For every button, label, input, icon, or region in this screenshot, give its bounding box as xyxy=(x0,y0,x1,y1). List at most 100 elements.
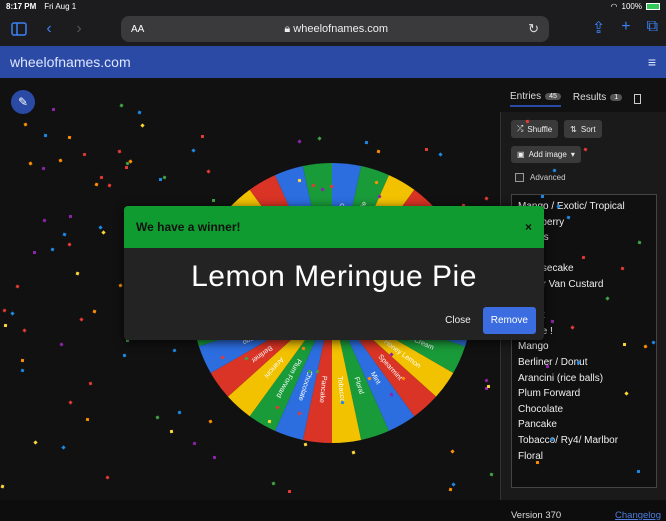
version-text: Version 370 xyxy=(511,510,562,521)
entry-line: Plum Forward xyxy=(518,388,581,400)
sort-label: Sort xyxy=(580,124,596,134)
confetti-piece xyxy=(3,324,7,328)
panel-tabs: Entries 45 Results 1 xyxy=(500,88,666,110)
add-image-button[interactable]: ▣ Add image ▾ xyxy=(511,146,581,163)
confetti-piece xyxy=(50,247,55,252)
confetti-piece xyxy=(424,147,428,151)
confetti-piece xyxy=(122,353,127,357)
confetti-piece xyxy=(88,381,93,386)
entry-line: Arancini (rice balls) xyxy=(518,372,604,384)
lock-icon: 🔒︎ xyxy=(284,22,291,35)
confetti-piece xyxy=(20,358,24,362)
tab-results[interactable]: Results 1 xyxy=(572,92,623,106)
shuffle-icon: ⤮ xyxy=(517,124,524,133)
confetti-piece xyxy=(364,141,368,145)
reload-icon[interactable]: ↻ xyxy=(528,21,539,37)
status-time: 8:17 PM xyxy=(6,1,37,11)
tab-entries[interactable]: Entries 45 xyxy=(510,91,561,107)
battery-icon xyxy=(646,2,660,10)
confetti-piece xyxy=(581,255,586,260)
confetti-piece xyxy=(33,250,37,254)
confetti-piece xyxy=(303,442,307,446)
confetti-piece xyxy=(68,214,72,219)
status-date: Fri Aug 1 xyxy=(44,1,77,11)
entry-line: Mango xyxy=(518,341,549,353)
sort-icon: ⇅ xyxy=(570,124,577,134)
status-right: ◠ 100% xyxy=(611,2,660,11)
address-bar[interactable]: AA 🔒︎ wheelofnames.com ↻ xyxy=(121,16,549,42)
confetti-piece xyxy=(125,166,129,170)
confetti-piece xyxy=(212,198,216,202)
confetti-piece xyxy=(484,378,489,383)
confetti-piece xyxy=(51,107,55,111)
confetti-piece xyxy=(85,418,89,422)
close-button[interactable]: Close xyxy=(445,315,471,326)
browser-right-icons: ⇪ + ⧉ xyxy=(592,18,658,38)
confetti-piece xyxy=(448,487,452,491)
panel-button-row: ⤮ Shuffle ⇅ Sort xyxy=(501,112,666,138)
add-image-label: Add image xyxy=(528,150,567,159)
tab-results-label: Results xyxy=(572,92,607,103)
winner-dialog-actions: Close Remove xyxy=(445,307,536,334)
confetti-piece xyxy=(637,240,642,245)
confetti-piece xyxy=(99,175,104,180)
panel-footer: Version 370 Changelog xyxy=(511,510,661,521)
confetti-piece xyxy=(449,448,455,454)
hamburger-menu-icon[interactable]: ≡ xyxy=(648,54,656,70)
tab-entries-label: Entries xyxy=(510,91,542,102)
entry-line: Tobacco/ Ry4/ Marlbor xyxy=(518,434,619,446)
confetti-piece xyxy=(535,460,539,464)
confetti-piece xyxy=(301,346,306,351)
site-brand[interactable]: wheelofnames.com xyxy=(10,54,131,70)
confetti-piece xyxy=(298,178,302,183)
url-text: 🔒︎ wheelofnames.com xyxy=(144,23,528,36)
confetti-piece xyxy=(41,166,46,170)
forward-icon[interactable]: › xyxy=(68,18,90,40)
entries-count-badge: 45 xyxy=(545,93,561,100)
shuffle-label: Shuffle xyxy=(527,124,553,134)
confetti-piece xyxy=(288,489,292,493)
confetti-piece xyxy=(200,134,204,138)
new-tab-icon[interactable]: + xyxy=(621,18,630,38)
winner-dialog-title: We have a winner! xyxy=(136,220,241,234)
confetti-piece xyxy=(620,266,624,270)
advanced-label: Advanced xyxy=(530,173,566,182)
confetti-piece xyxy=(0,484,5,489)
confetti-piece xyxy=(549,438,554,442)
close-icon[interactable]: × xyxy=(525,220,532,234)
entry-line: Berliner / Donut xyxy=(518,356,588,368)
url-label: wheelofnames.com xyxy=(293,22,389,35)
sidebar-toggle-icon[interactable] xyxy=(8,18,30,40)
hide-panel-icon[interactable] xyxy=(634,94,642,104)
winner-dialog-header: We have a winner! × xyxy=(124,206,544,248)
confetti-piece xyxy=(67,135,71,139)
status-bar: 8:17 PM Fri Aug 1 ◠ 100% xyxy=(0,0,666,12)
winner-name: Lemon Meringue Pie xyxy=(191,260,477,293)
image-icon: ▣ xyxy=(517,150,525,159)
remove-button[interactable]: Remove xyxy=(482,307,536,334)
advanced-checkbox[interactable] xyxy=(515,173,524,182)
browser-toolbar: ‹ › AA 🔒︎ wheelofnames.com ↻ ⇪ + ⧉ xyxy=(0,12,666,46)
confetti-piece xyxy=(329,184,334,189)
advanced-toggle[interactable]: Advanced xyxy=(501,163,666,182)
battery-percent: 100% xyxy=(621,1,642,11)
reader-aa-button[interactable]: AA xyxy=(131,24,144,35)
chevron-down-icon: ▾ xyxy=(570,150,575,159)
entry-line: Pancake xyxy=(518,419,557,431)
shuffle-button[interactable]: ⤮ Shuffle xyxy=(511,120,559,138)
confetti-piece xyxy=(540,194,545,198)
confetti-piece xyxy=(158,177,162,181)
entry-line: Chocolate xyxy=(518,403,564,415)
edit-pencil-icon[interactable]: ✎ xyxy=(11,90,35,114)
sort-button[interactable]: ⇅ Sort xyxy=(564,120,602,138)
site-header: wheelofnames.com ≡ xyxy=(0,46,666,78)
confetti-piece xyxy=(637,470,641,474)
tabs-overview-icon[interactable]: ⧉ xyxy=(647,18,658,38)
results-count-badge: 1 xyxy=(610,94,623,101)
share-icon[interactable]: ⇪ xyxy=(592,18,605,38)
changelog-link[interactable]: Changelog xyxy=(615,510,661,521)
confetti-piece xyxy=(212,455,217,460)
back-icon[interactable]: ‹ xyxy=(38,18,60,40)
winner-dialog: We have a winner! × Lemon Meringue Pie C… xyxy=(124,206,544,340)
confetti-piece xyxy=(486,384,490,389)
